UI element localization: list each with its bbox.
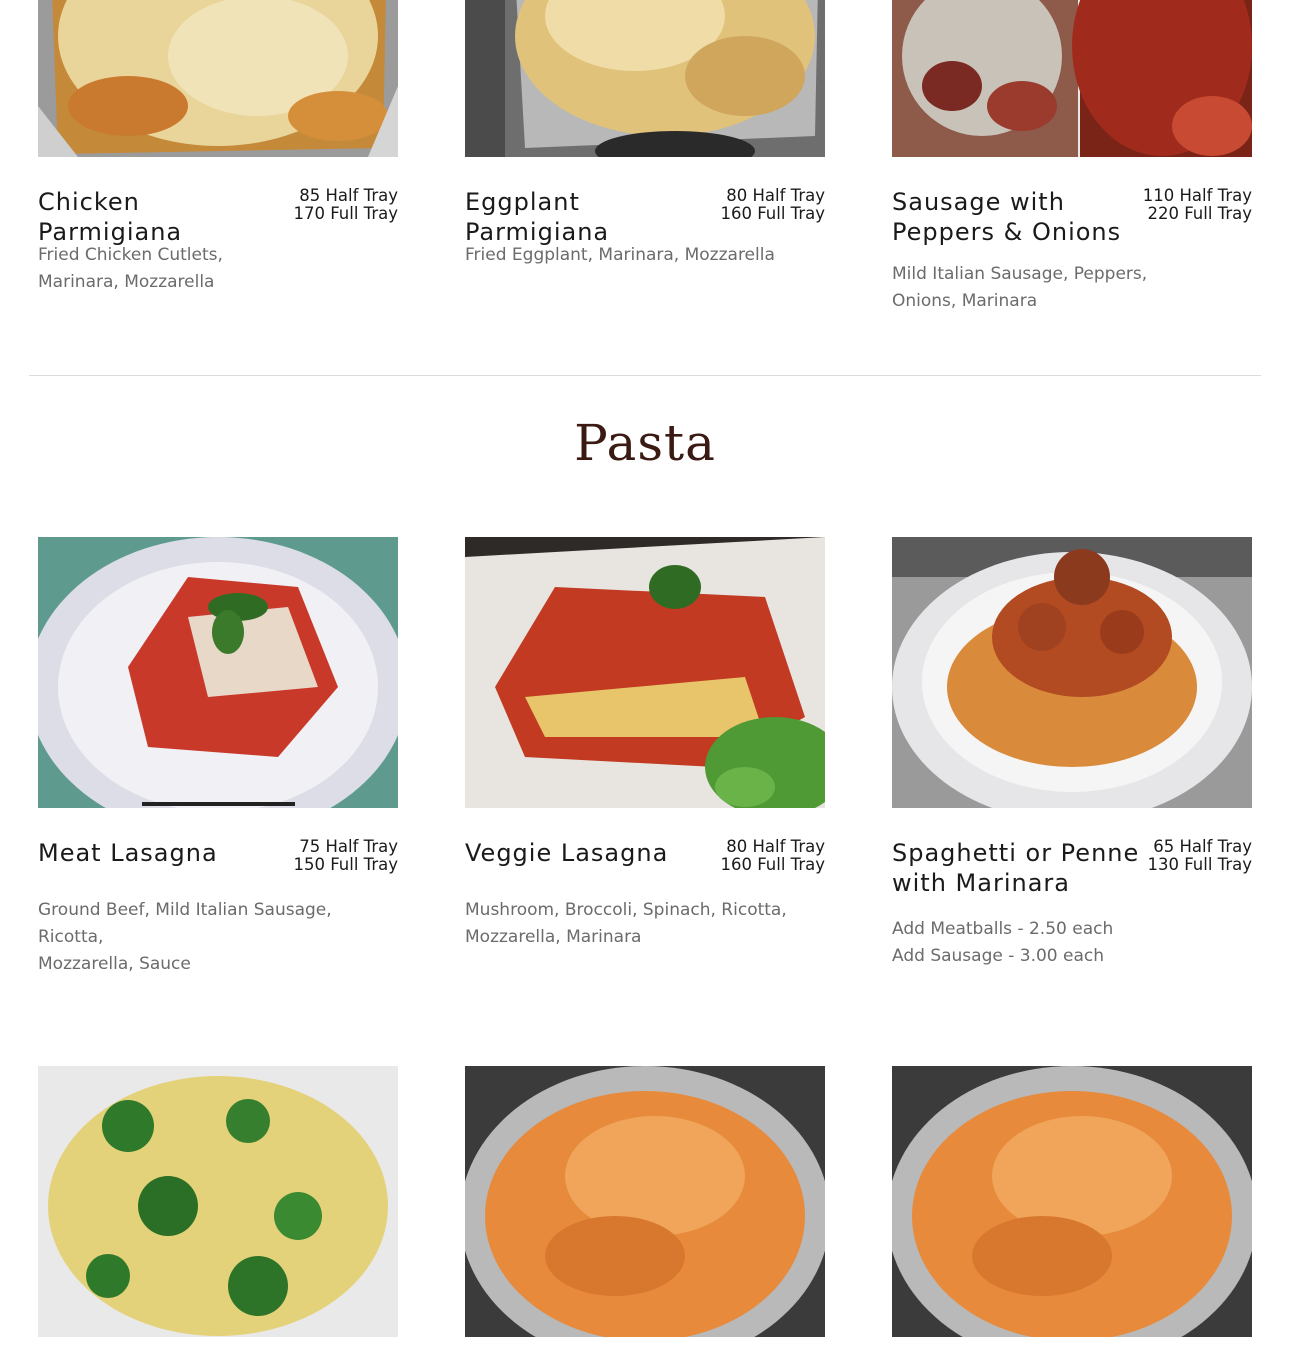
veggie-lasagna-photo [465,537,825,808]
description-line: Mozzarella, Marinara [465,927,642,947]
section-divider [29,375,1261,376]
item-name: Sausage with Peppers & Onions [892,188,1122,246]
description-line: Mozzarella, Sauce [38,954,191,974]
item-name: Chicken Parmigiana [38,188,183,246]
description-line: Add Meatballs - 2.50 each [892,919,1114,939]
item-price: 80 Half Tray 160 Full Tray [720,186,825,223]
item-price: 110 Half Tray 220 Full Tray [1142,186,1252,223]
penne-vodka-photo [892,1066,1252,1337]
item-price: 65 Half Tray 130 Full Tray [1147,837,1252,874]
penne-broccoli-photo [38,1066,398,1337]
description-line: Add Sausage - 3.00 each [892,946,1105,966]
item-description: Fried Chicken Cutlets, Marinara, Mozzare… [38,242,398,296]
item-description: Mushroom, Broccoli, Spinach, Ricotta, Mo… [465,897,825,951]
description-line: Mushroom, Broccoli, Spinach, Ricotta, [465,900,787,920]
item-name: Spaghetti or Penne with Marinara [892,839,1140,897]
item-description: Fried Eggplant, Marinara, Mozzarella [465,242,825,269]
eggplant-parmigiana-photo [465,0,825,157]
item-name: Meat Lasagna [38,839,218,867]
description-line: Onions, Marinara [892,291,1038,311]
description-line: Fried Eggplant, Marinara, Mozzarella [465,245,775,265]
item-name: Eggplant Parmigiana [465,188,610,246]
penne-vodka-photo [465,1066,825,1337]
item-price: 80 Half Tray 160 Full Tray [720,837,825,874]
item-description: Add Meatballs - 2.50 each Add Sausage - … [892,916,1252,970]
description-line: Ground Beef, Mild Italian Sausage, Ricot… [38,900,332,947]
description-line: Marinara, Mozzarella [38,272,215,292]
item-price: 85 Half Tray 170 Full Tray [293,186,398,223]
section-title-pasta: Pasta [574,414,716,472]
description-line: Fried Chicken Cutlets, [38,245,223,265]
item-description: Ground Beef, Mild Italian Sausage, Ricot… [38,897,398,978]
sausage-peppers-photo [892,0,1252,157]
item-price: 75 Half Tray 150 Full Tray [293,837,398,874]
chicken-parmigiana-photo [38,0,398,157]
description-line: Mild Italian Sausage, Peppers, [892,264,1148,284]
item-name: Veggie Lasagna [465,839,669,867]
item-description: Mild Italian Sausage, Peppers, Onions, M… [892,261,1252,315]
spaghetti-marinara-photo [892,537,1252,808]
meat-lasagna-photo [38,537,398,808]
